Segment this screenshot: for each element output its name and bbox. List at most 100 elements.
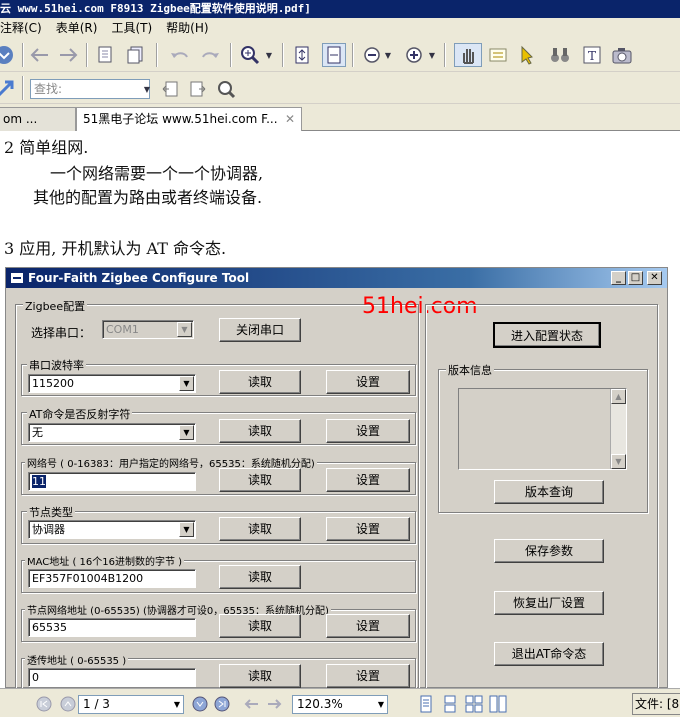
- zoom-in-dropdown-icon[interactable]: ▼: [426, 43, 438, 67]
- forward-arrow-icon[interactable]: [56, 43, 80, 67]
- netaddr-set-button[interactable]: 设置: [326, 614, 410, 638]
- status-file-info: 文件: [8: [632, 693, 680, 715]
- page-dropdown-icon[interactable]: ▼: [174, 696, 180, 713]
- baud-set-button[interactable]: 设置: [326, 370, 410, 394]
- menu-tools[interactable]: 工具(T): [111, 21, 152, 35]
- save-params-button[interactable]: 保存参数: [494, 539, 604, 563]
- netaddr-read-button[interactable]: 读取: [219, 614, 301, 638]
- fit-width-icon[interactable]: [322, 43, 346, 67]
- config-tool-title: Four-Faith Zigbee Configure Tool: [28, 271, 250, 285]
- select-text-icon[interactable]: [486, 43, 510, 67]
- window-title-bar: 云 www.51hei.com F8913 Zigbee配置软件使用说明.pdf…: [0, 0, 680, 18]
- redo-icon[interactable]: [198, 43, 222, 67]
- pages-icon[interactable]: [124, 43, 148, 67]
- scroll-down-icon[interactable]: ▼: [611, 454, 626, 469]
- hand-tool-icon[interactable]: [454, 43, 482, 67]
- search-previous-icon[interactable]: [158, 77, 182, 101]
- echo-select-value: 无: [32, 426, 43, 439]
- factory-reset-button[interactable]: 恢复出厂设置: [494, 591, 604, 615]
- port-select[interactable]: COM1 ▼: [102, 320, 194, 339]
- version-query-button[interactable]: 版本查询: [494, 480, 604, 504]
- zoom-value: 120.3%: [297, 697, 343, 711]
- tab-close-icon[interactable]: ✕: [285, 108, 295, 130]
- facing-view-icon[interactable]: [462, 692, 486, 716]
- port-select-value: COM1: [106, 323, 139, 336]
- search-document-icon[interactable]: [214, 77, 238, 101]
- menu-help[interactable]: 帮助(H): [166, 21, 208, 35]
- echo-label: AT命令是否反射字符: [27, 406, 133, 422]
- single-page-view-icon[interactable]: [414, 692, 438, 716]
- zoom-field[interactable]: 120.3% ▼: [292, 695, 388, 714]
- zoom-out-dropdown-icon[interactable]: ▼: [382, 43, 394, 67]
- baud-read-button[interactable]: 读取: [219, 370, 301, 394]
- back-arrow-icon[interactable]: [28, 43, 52, 67]
- last-page-icon[interactable]: [210, 692, 234, 716]
- mac-input[interactable]: EF357F01004B1200: [28, 569, 196, 588]
- menu-comment[interactable]: 注释(C): [0, 21, 42, 35]
- search-input[interactable]: 查找:: [30, 79, 150, 99]
- zoom-out-circle-icon[interactable]: [360, 43, 384, 67]
- trans-read-button[interactable]: 读取: [219, 664, 301, 688]
- trans-set-button[interactable]: 设置: [326, 664, 410, 688]
- next-page-icon[interactable]: [188, 692, 212, 716]
- config-tool-window: Four-Faith Zigbee Configure Tool _ □ ✕ Z…: [5, 267, 668, 688]
- pointer-tool-icon[interactable]: [516, 43, 540, 67]
- search-next-icon[interactable]: [186, 77, 210, 101]
- text-tool-icon[interactable]: T: [580, 43, 604, 67]
- netid-set-button[interactable]: 设置: [326, 468, 410, 492]
- forward-view-icon[interactable]: [262, 692, 286, 716]
- minimize-icon[interactable]: _: [611, 271, 626, 285]
- snapshot-camera-icon[interactable]: [610, 43, 634, 67]
- binoculars-icon[interactable]: [548, 43, 572, 67]
- nodetype-set-button[interactable]: 设置: [326, 517, 410, 541]
- version-scrollbar[interactable]: ▲ ▼: [610, 389, 626, 469]
- mac-read-button[interactable]: 读取: [219, 565, 301, 589]
- nav-dropdown-icon[interactable]: [0, 43, 16, 67]
- fit-page-icon[interactable]: [290, 43, 314, 67]
- undo-icon[interactable]: [168, 43, 192, 67]
- nodetype-label: 节点类型: [27, 504, 75, 520]
- back-view-icon[interactable]: [240, 692, 264, 716]
- echo-read-button[interactable]: 读取: [219, 419, 301, 443]
- continuous-view-icon[interactable]: [438, 692, 462, 716]
- netid-read-button[interactable]: 读取: [219, 468, 301, 492]
- baud-select[interactable]: 115200 ▼: [28, 374, 196, 393]
- continuous-facing-view-icon[interactable]: [486, 692, 510, 716]
- port-label: 选择串口：: [31, 326, 92, 340]
- zoom-in-icon[interactable]: [238, 43, 262, 67]
- exit-at-button[interactable]: 退出AT命令态: [494, 642, 604, 666]
- chevron-down-icon: ▼: [179, 522, 194, 537]
- page-number-field[interactable]: 1 / 3 ▼: [78, 695, 184, 714]
- scroll-up-icon[interactable]: ▲: [611, 389, 626, 404]
- netid-input[interactable]: 11: [28, 472, 196, 491]
- zoom-in-circle-icon[interactable]: [402, 43, 426, 67]
- search-dropdown-icon[interactable]: ▼: [140, 77, 154, 101]
- nodetype-read-button[interactable]: 读取: [219, 517, 301, 541]
- maximize-icon[interactable]: □: [628, 271, 643, 285]
- echo-set-button[interactable]: 设置: [326, 419, 410, 443]
- version-textbox[interactable]: ▲ ▼: [458, 388, 627, 470]
- arrow-tool-icon[interactable]: [0, 76, 18, 100]
- version-label: 版本信息: [446, 362, 494, 378]
- zoom-dropdown-icon[interactable]: ▼: [262, 43, 276, 67]
- zoom-level-dropdown-icon[interactable]: ▼: [378, 696, 384, 713]
- close-icon[interactable]: ✕: [647, 271, 662, 285]
- menu-form[interactable]: 表单(R): [56, 21, 98, 35]
- tab-previous[interactable]: om ...: [0, 107, 76, 131]
- trans-input[interactable]: 0: [28, 668, 196, 687]
- page-number-value: 1 / 3: [83, 697, 110, 711]
- nodetype-select[interactable]: 协调器 ▼: [28, 520, 196, 539]
- close-port-button[interactable]: 关闭串口: [219, 318, 301, 342]
- tab-active-label: 51黑电子论坛 www.51hei.com F...: [83, 112, 278, 126]
- menu-bar: 注释(C) 表单(R) 工具(T) 帮助(H): [0, 18, 680, 38]
- document-page: 2 简单组网. 一个网络需要一个一个协调器, 其他的配置为路由或者终端设备. 3…: [0, 131, 680, 688]
- save-copy-icon[interactable]: [94, 43, 118, 67]
- netaddr-input[interactable]: 65535: [28, 618, 196, 637]
- previous-page-icon[interactable]: [56, 692, 80, 716]
- enter-config-button[interactable]: 进入配置状态: [493, 322, 601, 348]
- tab-active[interactable]: 51黑电子论坛 www.51hei.com F... ✕: [76, 107, 302, 131]
- echo-select[interactable]: 无 ▼: [28, 423, 196, 442]
- baud-label: 串口波特率: [27, 357, 86, 373]
- window-title: 云 www.51hei.com F8913 Zigbee配置软件使用说明.pdf…: [0, 2, 311, 15]
- first-page-icon[interactable]: [32, 692, 56, 716]
